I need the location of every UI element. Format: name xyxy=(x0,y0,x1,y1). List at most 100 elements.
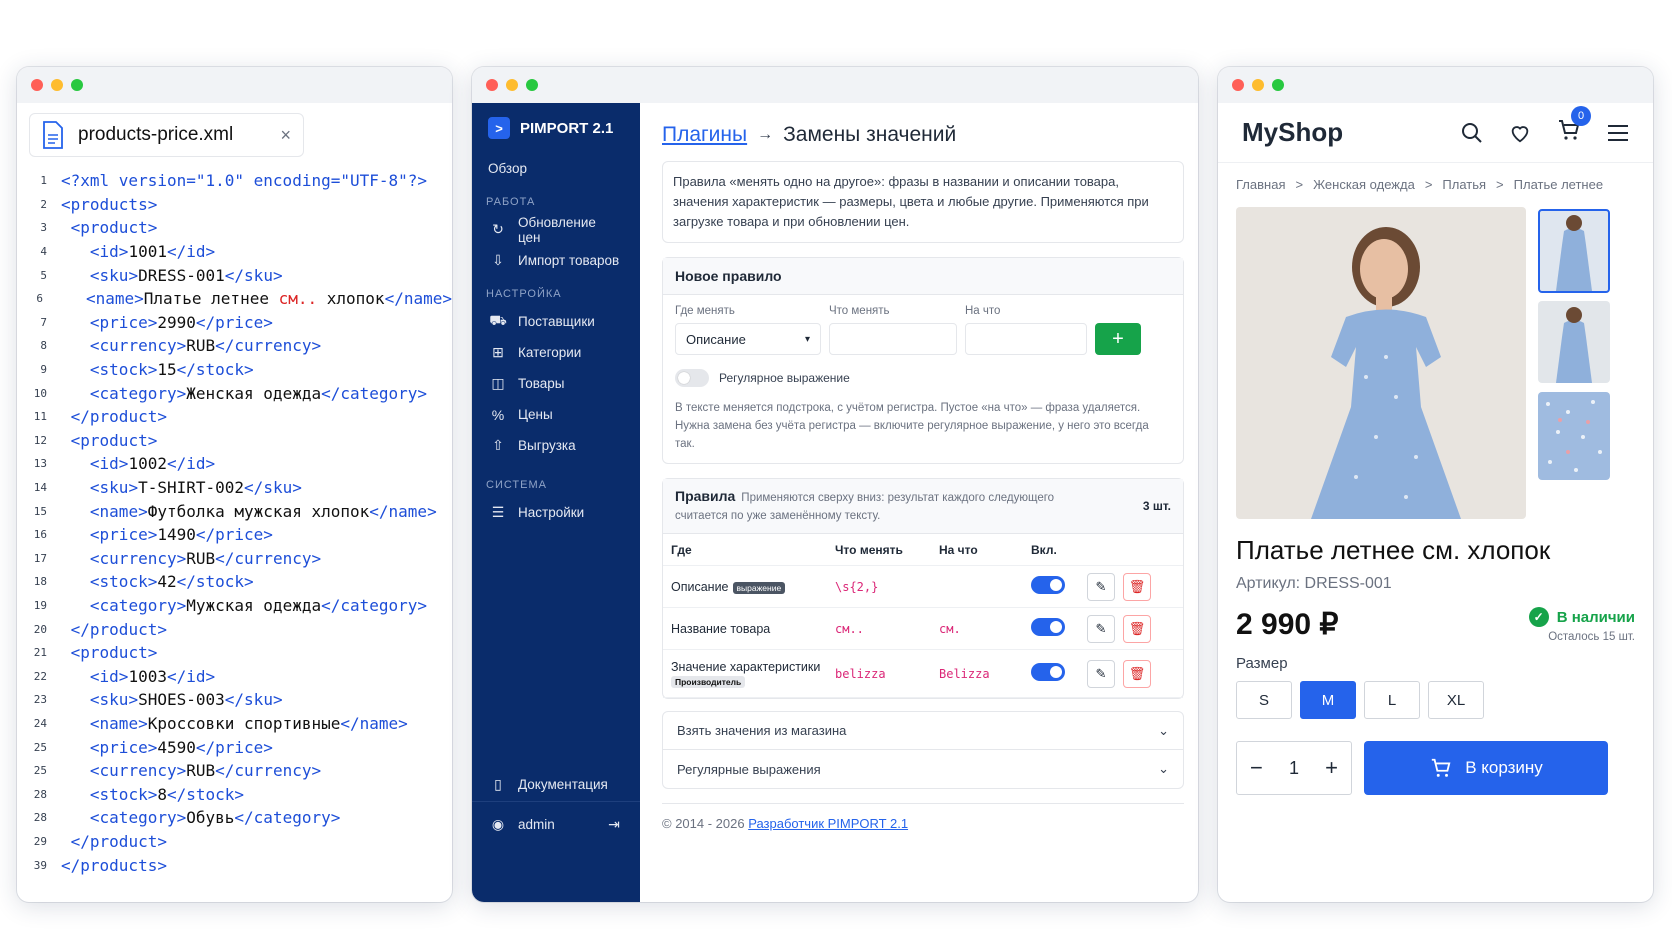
code-token: 15 xyxy=(157,360,177,380)
edit-icon[interactable]: ✎ xyxy=(1087,659,1115,688)
sidebar-item-settings[interactable]: ☰ Настройки xyxy=(472,497,640,528)
to-input[interactable] xyxy=(965,323,1087,355)
breadcrumb-item[interactable]: Платья xyxy=(1442,177,1486,192)
code-line[interactable]: 4 <id> 1001 </id> xyxy=(17,240,452,264)
sidebar-item-overview[interactable]: Обзор xyxy=(472,153,640,184)
code-line[interactable]: 28 <stock> 8 </stock> xyxy=(17,782,452,806)
close-dot[interactable] xyxy=(31,79,43,91)
minimize-dot[interactable] xyxy=(51,79,63,91)
breadcrumb-item[interactable]: Главная xyxy=(1236,177,1285,192)
code-line[interactable]: 1 <?xml version="1.0" encoding="UTF-8"?> xyxy=(17,169,452,193)
cart-button[interactable]: 0 xyxy=(1557,106,1591,147)
close-dot[interactable] xyxy=(1232,79,1244,91)
sidebar-item-label: Выгрузка xyxy=(518,438,576,453)
code-line[interactable]: 14 <sku> T-SHIRT-002 </sku> xyxy=(17,476,452,500)
code-line[interactable]: 12 <product> xyxy=(17,429,452,453)
code-line[interactable]: 8 <currency> RUB </currency> xyxy=(17,334,452,358)
regex-toggle[interactable] xyxy=(675,369,709,387)
shop-logo[interactable]: MyShop xyxy=(1242,117,1343,148)
add-to-cart-button[interactable]: В корзину xyxy=(1364,741,1608,795)
code-line[interactable]: 13 <id> 1002 </id> xyxy=(17,452,452,476)
user-menu[interactable]: ◉ admin ⇥ xyxy=(472,809,640,840)
code-line[interactable]: 9 <stock> 15 </stock> xyxy=(17,358,452,382)
close-dot[interactable] xyxy=(486,79,498,91)
sidebar-item-price-update[interactable]: ↻ Обновление цен xyxy=(472,214,640,245)
size-option[interactable]: XL xyxy=(1428,681,1484,719)
rule-enabled-toggle[interactable] xyxy=(1031,663,1065,681)
rule-enabled-toggle[interactable] xyxy=(1031,618,1065,636)
code-line[interactable]: 18 <stock> 42 </stock> xyxy=(17,570,452,594)
sidebar-item-products[interactable]: ◫ Товары xyxy=(472,368,640,399)
code-line[interactable]: 5 <sku> DRESS-001 </sku> xyxy=(17,263,452,287)
code-line[interactable]: 17 <currency> RUB </currency> xyxy=(17,547,452,571)
minimize-dot[interactable] xyxy=(506,79,518,91)
add-rule-button[interactable]: + xyxy=(1095,323,1141,355)
code-line[interactable]: 23 <sku> SHOES-003 </sku> xyxy=(17,688,452,712)
logout-icon[interactable]: ⇥ xyxy=(606,816,622,833)
accordion-regex[interactable]: Регулярные выражения ⌄ xyxy=(663,750,1183,788)
search-icon[interactable] xyxy=(1461,122,1483,144)
menu-icon[interactable] xyxy=(1607,124,1629,142)
product-main-image[interactable] xyxy=(1236,207,1526,519)
sidebar-item-categories[interactable]: ⊞ Категории xyxy=(472,337,640,368)
trash-icon[interactable]: 🗑 xyxy=(1123,614,1151,643)
quantity-minus-button[interactable]: − xyxy=(1250,755,1263,781)
sidebar-item-prices[interactable]: % Цены xyxy=(472,399,640,430)
minimize-dot[interactable] xyxy=(1252,79,1264,91)
size-option[interactable]: L xyxy=(1364,681,1420,719)
breadcrumb-item[interactable]: Платье летнее xyxy=(1514,177,1603,192)
stock-status: В наличии xyxy=(1556,608,1635,626)
size-option[interactable]: S xyxy=(1236,681,1292,719)
footer-developer-link[interactable]: Разработчик PIMPORT 2.1 xyxy=(748,816,908,831)
app-logo[interactable]: > PIMPORT 2.1 xyxy=(472,103,640,153)
heart-icon[interactable] xyxy=(1509,122,1531,144)
sidebar-item-suppliers[interactable]: ⛟ Поставщики xyxy=(472,306,640,337)
close-tab-icon[interactable]: × xyxy=(280,125,291,146)
code-line[interactable]: 10 <category> Женская одежда </category> xyxy=(17,381,452,405)
code-line[interactable]: 28 <category> Обувь </category> xyxy=(17,806,452,830)
thumbnail-back[interactable] xyxy=(1538,301,1610,383)
code-line[interactable]: 22 <id> 1003 </id> xyxy=(17,664,452,688)
code-line[interactable]: 3 <product> xyxy=(17,216,452,240)
code-line[interactable]: 25 <currency> RUB </currency> xyxy=(17,759,452,783)
file-tab[interactable]: products-price.xml × xyxy=(29,113,304,157)
sidebar-item-docs[interactable]: ▯ Документация xyxy=(472,769,640,800)
code-line[interactable]: 20 </product> xyxy=(17,617,452,641)
where-select[interactable]: Описание ▾ xyxy=(675,323,821,355)
quantity-value[interactable]: 1 xyxy=(1289,758,1299,779)
size-option[interactable]: M xyxy=(1300,681,1356,719)
rule-enabled-toggle[interactable] xyxy=(1031,576,1065,594)
code-area[interactable]: 1 <?xml version="1.0" encoding="UTF-8"?> 2… xyxy=(17,169,452,877)
code-line[interactable]: 11 </product> xyxy=(17,405,452,429)
trash-icon[interactable]: 🗑 xyxy=(1123,572,1151,601)
code-line[interactable]: 21 <product> xyxy=(17,641,452,665)
code-line[interactable]: 2 <products> xyxy=(17,193,452,217)
code-line[interactable]: 19 <category> Мужская одежда </category> xyxy=(17,594,452,618)
code-line[interactable]: 16 <price> 1490 </price> xyxy=(17,523,452,547)
code-line[interactable]: 15 <name> Футболка мужская хлопок </name> xyxy=(17,499,452,523)
code-line[interactable]: 39 </products> xyxy=(17,853,452,877)
trash-icon[interactable]: 🗑 xyxy=(1123,659,1151,688)
accordion-store-values[interactable]: Взять значения из магазина ⌄ xyxy=(663,712,1183,750)
thumbnail-fabric[interactable] xyxy=(1538,392,1610,480)
code-line[interactable]: 6 <name> Платье летнее см.. хлопок </name> xyxy=(17,287,452,311)
edit-icon[interactable]: ✎ xyxy=(1087,614,1115,643)
sidebar-item-export[interactable]: ⇧ Выгрузка xyxy=(472,430,640,461)
breadcrumb-item[interactable]: Женская одежда xyxy=(1313,177,1415,192)
maximize-dot[interactable] xyxy=(526,79,538,91)
sidebar-item-import[interactable]: ⇩ Импорт товаров xyxy=(472,245,640,276)
code-token: <products> xyxy=(61,194,158,214)
code-line[interactable]: 25 <price> 4590 </price> xyxy=(17,735,452,759)
edit-icon[interactable]: ✎ xyxy=(1087,572,1115,601)
code-line[interactable]: 24 <name> Кроссовки спортивные </name> xyxy=(17,712,452,736)
maximize-dot[interactable] xyxy=(1272,79,1284,91)
what-input[interactable] xyxy=(829,323,957,355)
code-line[interactable]: 29 </product> xyxy=(17,830,452,854)
thumbnail-front[interactable] xyxy=(1538,209,1610,293)
breadcrumb-plugins-link[interactable]: Плагины xyxy=(662,123,747,147)
quantity-plus-button[interactable]: + xyxy=(1325,755,1338,781)
code-line[interactable]: 7 <price> 2990 </price> xyxy=(17,311,452,335)
maximize-dot[interactable] xyxy=(71,79,83,91)
